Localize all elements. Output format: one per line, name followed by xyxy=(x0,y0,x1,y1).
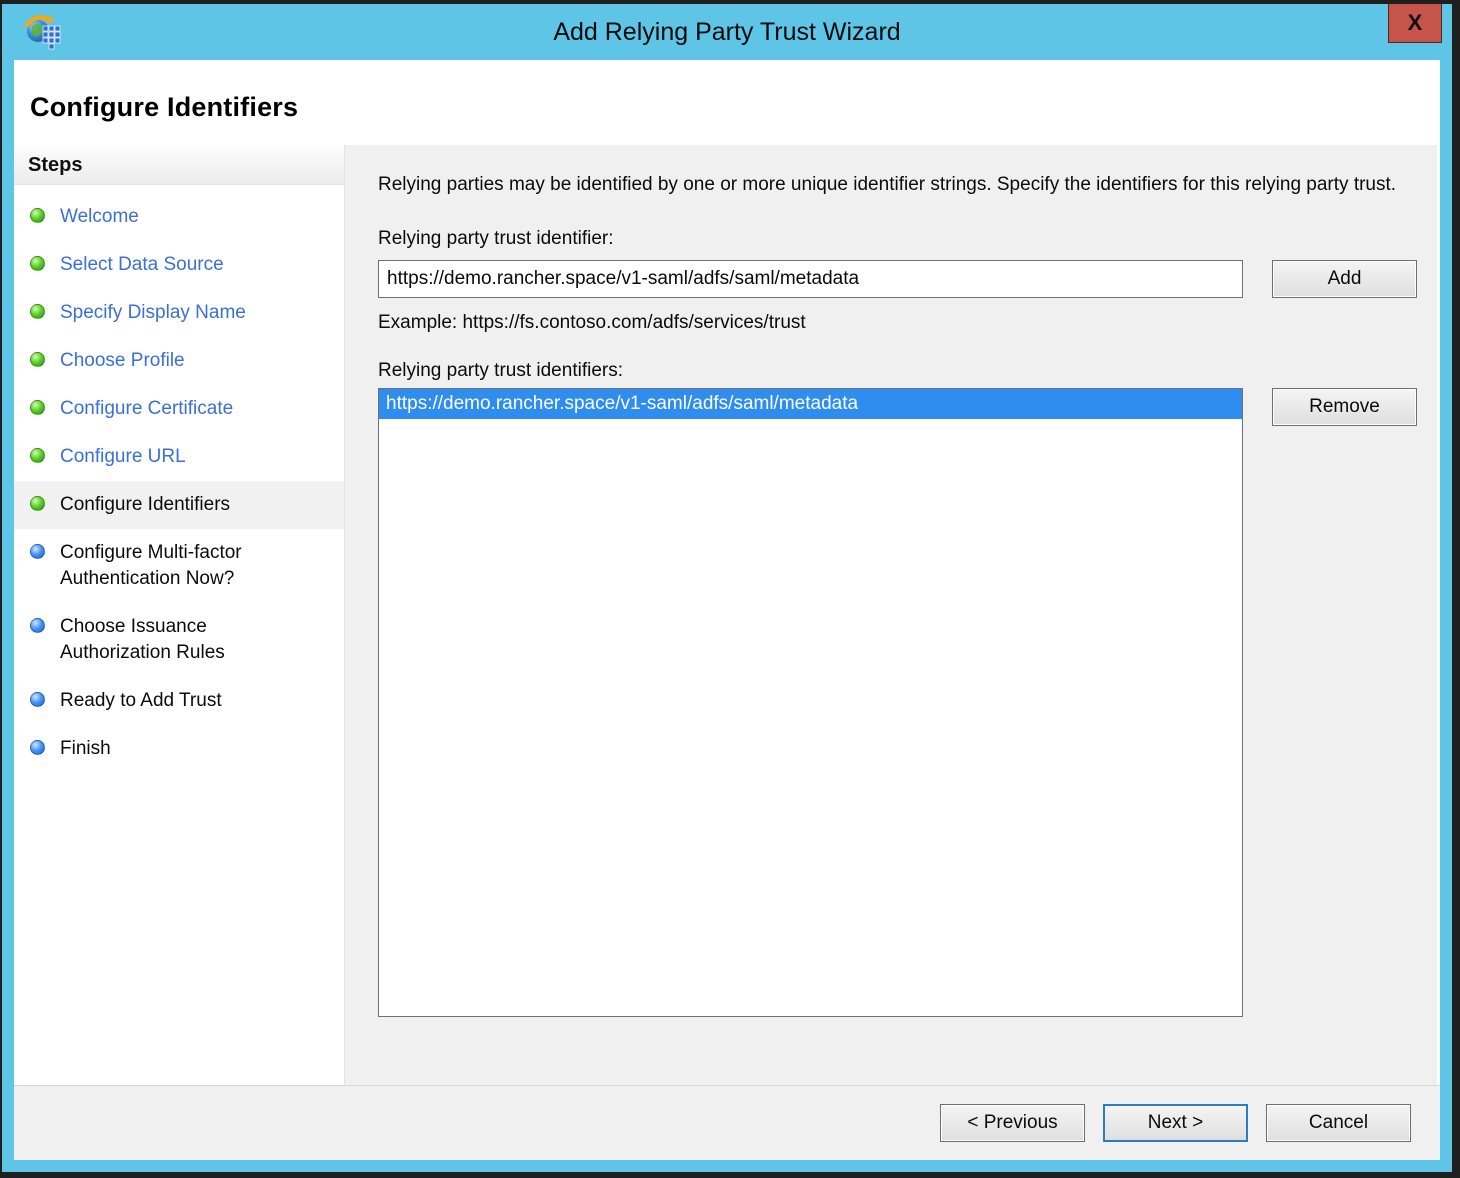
identifiers-listbox[interactable]: https://demo.rancher.space/v1-saml/adfs/… xyxy=(378,388,1243,1017)
sidebar-step-item[interactable]: Choose Issuance Authorization Rules xyxy=(14,603,344,677)
completed-step-bullet-icon xyxy=(30,400,45,415)
steps-list: Welcome Select Data Source Specify Display… xyxy=(14,185,344,773)
remove-button[interactable]: Remove xyxy=(1272,388,1417,426)
sidebar-step-item[interactable]: Configure Identifiers xyxy=(14,481,344,529)
cancel-button[interactable]: Cancel xyxy=(1266,1104,1411,1142)
completed-step-bullet-icon xyxy=(30,352,45,367)
upcoming-step-bullet-icon xyxy=(30,692,45,707)
sidebar-step-item[interactable]: Ready to Add Trust xyxy=(14,677,344,725)
window-title: Add Relying Party Trust Wizard xyxy=(2,4,1452,60)
desktop-background: Add Relying Party Trust Wizard X Configu… xyxy=(0,0,1460,1178)
sidebar-step-item[interactable]: Finish xyxy=(14,725,344,773)
completed-step-bullet-icon xyxy=(30,304,45,319)
upcoming-step-bullet-icon xyxy=(30,618,45,633)
completed-step-bullet-icon xyxy=(30,448,45,463)
identifier-label: Relying party trust identifier: xyxy=(378,228,1417,250)
sidebar-step-label: Choose Profile xyxy=(60,348,185,374)
sidebar-step-label: Configure Identifiers xyxy=(60,492,230,518)
sidebar-step-label: Configure Certificate xyxy=(60,396,233,422)
identifier-input[interactable] xyxy=(378,260,1243,298)
sidebar-step-label: Ready to Add Trust xyxy=(60,688,222,714)
sidebar-step-item[interactable]: Configure Certificate xyxy=(14,385,344,433)
upcoming-step-bullet-icon xyxy=(30,544,45,559)
steps-header-label: Steps xyxy=(14,145,344,185)
titlebar: Add Relying Party Trust Wizard X xyxy=(2,4,1452,60)
completed-step-bullet-icon xyxy=(30,256,45,271)
next-button[interactable]: Next > xyxy=(1103,1104,1248,1142)
completed-step-bullet-icon xyxy=(30,496,45,511)
page-description: Relying parties may be identified by one… xyxy=(378,171,1398,198)
identifier-list-item[interactable]: https://demo.rancher.space/v1-saml/adfs/… xyxy=(379,389,1242,419)
sidebar-step-label: Welcome xyxy=(60,204,139,230)
main-panel: Relying parties may be identified by one… xyxy=(345,145,1437,1085)
sidebar-step-label: Specify Display Name xyxy=(60,300,246,326)
sidebar-step-label: Configure URL xyxy=(60,444,186,470)
sidebar-step-item[interactable]: Specify Display Name xyxy=(14,289,344,337)
wizard-content: Configure Identifiers Steps Welcome Selec… xyxy=(14,60,1440,1160)
wizard-window: Add Relying Party Trust Wizard X Configu… xyxy=(2,4,1452,1172)
page-title: Configure Identifiers xyxy=(14,60,1440,123)
identifiers-list-label: Relying party trust identifiers: xyxy=(378,360,1417,382)
sidebar-step-item[interactable]: Choose Profile xyxy=(14,337,344,385)
upcoming-step-bullet-icon xyxy=(30,740,45,755)
sidebar-step-label: Choose Issuance Authorization Rules xyxy=(60,614,272,666)
sidebar-step-label: Configure Multi-factor Authentication No… xyxy=(60,540,272,592)
completed-step-bullet-icon xyxy=(30,208,45,223)
steps-sidebar: Steps Welcome Select Data Source Specify D… xyxy=(14,145,345,1085)
sidebar-step-item[interactable]: Select Data Source xyxy=(14,241,344,289)
example-text: Example: https://fs.contoso.com/adfs/ser… xyxy=(378,312,1417,334)
sidebar-step-item[interactable]: Configure Multi-factor Authentication No… xyxy=(14,529,344,603)
previous-button[interactable]: < Previous xyxy=(940,1104,1085,1142)
sidebar-step-item[interactable]: Welcome xyxy=(14,193,344,241)
close-button[interactable]: X xyxy=(1388,4,1442,43)
footer-bar: < Previous Next > Cancel xyxy=(14,1085,1440,1160)
sidebar-step-label: Finish xyxy=(60,736,111,762)
sidebar-step-label: Select Data Source xyxy=(60,252,224,278)
page-header: Configure Identifiers xyxy=(14,60,1440,145)
add-button[interactable]: Add xyxy=(1272,260,1417,298)
sidebar-step-item[interactable]: Configure URL xyxy=(14,433,344,481)
